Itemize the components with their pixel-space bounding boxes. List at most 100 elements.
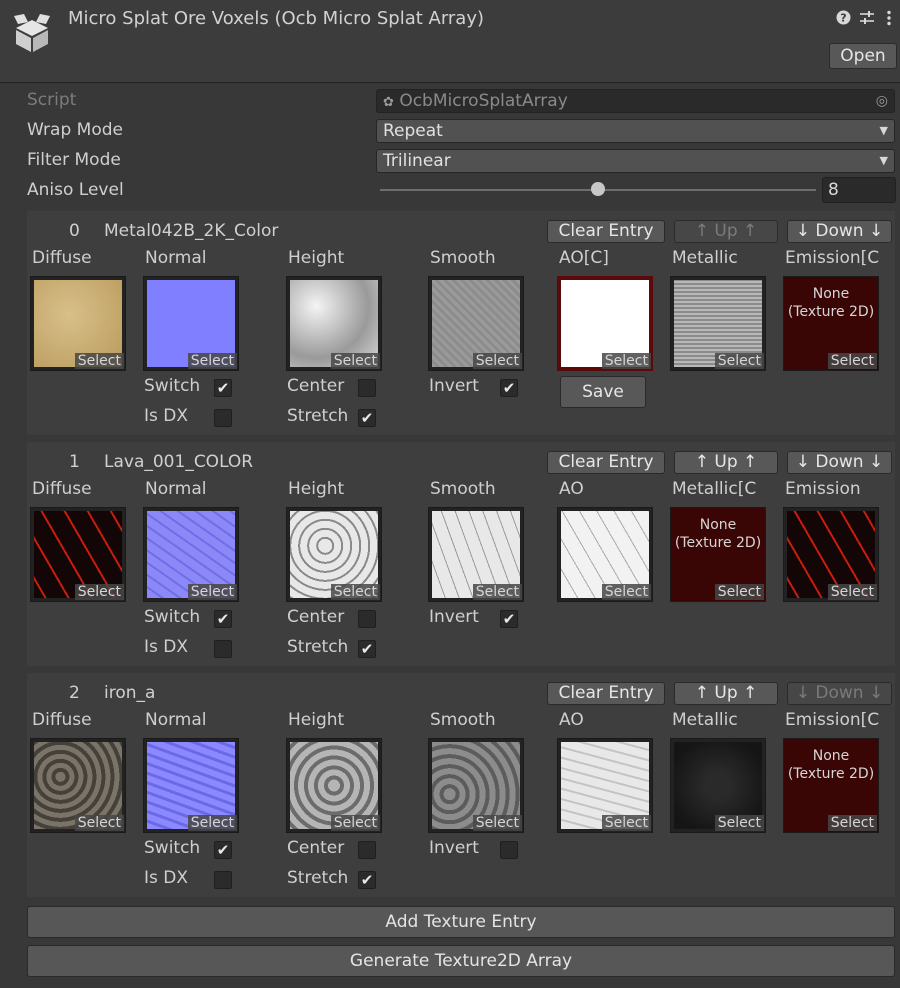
- wrap-mode-dropdown[interactable]: Repeat ▼: [376, 119, 895, 143]
- dropdown-arrow-icon: ▼: [879, 124, 888, 137]
- filter-mode-label: Filter Mode: [27, 150, 121, 170]
- checkbox-stretch[interactable]: ✔: [358, 640, 376, 658]
- slot-label-metallic: Metallic[C: [672, 479, 757, 499]
- is-dx-label: Is DX: [144, 868, 189, 888]
- texture-slot-normal[interactable]: Select: [143, 507, 239, 602]
- slot-label-height: Height: [288, 479, 345, 499]
- select-texture-button[interactable]: Select: [827, 353, 877, 369]
- center-label: Center: [287, 376, 345, 396]
- select-texture-button[interactable]: Select: [472, 815, 522, 831]
- move-up-button[interactable]: ↑ Up ↑: [674, 451, 778, 474]
- invert-label: Invert: [429, 376, 479, 396]
- entry-name: iron_a: [104, 683, 156, 703]
- slot-label-emission: Emission[C: [785, 248, 880, 268]
- aniso-slider-thumb[interactable]: [591, 182, 605, 196]
- texture-slot-height[interactable]: Select: [286, 738, 382, 833]
- texture-slot-smooth[interactable]: Select: [428, 276, 524, 371]
- entry-index: 1: [69, 452, 80, 472]
- object-picker-icon[interactable]: ◎: [876, 90, 888, 112]
- select-texture-button[interactable]: Select: [330, 353, 380, 369]
- checkbox-switch[interactable]: ✔: [214, 610, 232, 628]
- empty-texture-label: None (Texture 2D): [787, 286, 875, 320]
- checkbox-switch[interactable]: ✔: [214, 379, 232, 397]
- script-label: Script: [27, 90, 77, 110]
- select-texture-button[interactable]: Select: [74, 815, 124, 831]
- checkbox-stretch[interactable]: ✔: [358, 871, 376, 889]
- texture-slot-emission[interactable]: Select: [783, 507, 879, 602]
- checkbox-invert[interactable]: ✔: [500, 379, 518, 397]
- texture-slot-diffuse[interactable]: Select: [30, 276, 126, 371]
- checkbox-isdx[interactable]: [214, 409, 232, 427]
- aniso-level-input[interactable]: 8: [822, 177, 896, 203]
- slot-label-smooth: Smooth: [430, 248, 496, 268]
- entry-index: 0: [69, 221, 80, 241]
- texture-slot-ao[interactable]: Select: [557, 276, 653, 371]
- texture-slot-normal[interactable]: Select: [143, 738, 239, 833]
- entry-index: 2: [69, 683, 80, 703]
- texture-slot-ao[interactable]: Select: [557, 738, 653, 833]
- checkbox-switch[interactable]: ✔: [214, 841, 232, 859]
- save-button[interactable]: Save: [560, 376, 646, 408]
- help-icon[interactable]: ?: [836, 10, 851, 29]
- script-value: OcbMicroSplatArray: [399, 91, 568, 111]
- select-texture-button[interactable]: Select: [187, 584, 237, 600]
- filter-mode-dropdown[interactable]: Trilinear ▼: [376, 149, 895, 173]
- texture-slot-height[interactable]: Select: [286, 507, 382, 602]
- clear-entry-button[interactable]: Clear Entry: [547, 682, 665, 705]
- move-up-button[interactable]: ↑ Up ↑: [674, 682, 778, 705]
- slot-label-diffuse: Diffuse: [32, 479, 92, 499]
- select-texture-button[interactable]: Select: [714, 815, 764, 831]
- texture-slot-emission[interactable]: None (Texture 2D) Select: [783, 276, 879, 371]
- slot-label-emission: Emission: [785, 479, 861, 499]
- clear-entry-button[interactable]: Clear Entry: [547, 451, 665, 474]
- texture-slot-smooth[interactable]: Select: [428, 738, 524, 833]
- empty-texture-label: None (Texture 2D): [787, 748, 875, 782]
- texture-slot-ao[interactable]: Select: [557, 507, 653, 602]
- texture-slot-metallic[interactable]: None (Texture 2D) Select: [670, 507, 766, 602]
- checkbox-isdx[interactable]: [214, 871, 232, 889]
- script-field[interactable]: ✿ OcbMicroSplatArray ◎: [376, 89, 895, 113]
- select-texture-button[interactable]: Select: [827, 584, 877, 600]
- texture-slot-diffuse[interactable]: Select: [30, 507, 126, 602]
- checkbox-isdx[interactable]: [214, 640, 232, 658]
- select-texture-button[interactable]: Select: [472, 353, 522, 369]
- select-texture-button[interactable]: Select: [714, 353, 764, 369]
- select-texture-button[interactable]: Select: [472, 584, 522, 600]
- texture-slot-height[interactable]: Select: [286, 276, 382, 371]
- kebab-menu-icon[interactable]: [886, 10, 892, 30]
- select-texture-button[interactable]: Select: [330, 584, 380, 600]
- generate-texture-array-button[interactable]: Generate Texture2D Array: [27, 945, 895, 977]
- texture-slot-smooth[interactable]: Select: [428, 507, 524, 602]
- texture-slot-normal[interactable]: Select: [143, 276, 239, 371]
- checkbox-center[interactable]: [358, 841, 376, 859]
- select-texture-button[interactable]: Select: [187, 815, 237, 831]
- add-texture-entry-button[interactable]: Add Texture Entry: [27, 906, 895, 938]
- select-texture-button[interactable]: Select: [714, 584, 764, 600]
- sliders-icon[interactable]: [859, 10, 875, 29]
- move-down-button[interactable]: ↓ Down ↓: [787, 451, 892, 474]
- select-texture-button[interactable]: Select: [187, 353, 237, 369]
- select-texture-button[interactable]: Select: [601, 353, 651, 369]
- select-texture-button[interactable]: Select: [827, 815, 877, 831]
- checkbox-stretch[interactable]: ✔: [358, 409, 376, 427]
- checkbox-invert[interactable]: [500, 841, 518, 859]
- inspector-title: Micro Splat Ore Voxels (Ocb Micro Splat …: [68, 8, 485, 29]
- wrap-mode-value: Repeat: [383, 121, 443, 141]
- checkbox-invert[interactable]: ✔: [500, 610, 518, 628]
- clear-entry-button[interactable]: Clear Entry: [547, 220, 665, 243]
- select-texture-button[interactable]: Select: [601, 584, 651, 600]
- open-button[interactable]: Open: [829, 43, 897, 69]
- texture-slot-metallic[interactable]: Select: [670, 738, 766, 833]
- texture-slot-diffuse[interactable]: Select: [30, 738, 126, 833]
- select-texture-button[interactable]: Select: [601, 815, 651, 831]
- move-down-button[interactable]: ↓ Down ↓: [787, 220, 892, 243]
- slot-label-normal: Normal: [145, 710, 207, 730]
- checkbox-center[interactable]: [358, 379, 376, 397]
- select-texture-button[interactable]: Select: [330, 815, 380, 831]
- select-texture-button[interactable]: Select: [74, 584, 124, 600]
- select-texture-button[interactable]: Select: [74, 353, 124, 369]
- texture-slot-metallic[interactable]: Select: [670, 276, 766, 371]
- dropdown-arrow-icon: ▼: [879, 154, 888, 167]
- texture-slot-emission[interactable]: None (Texture 2D) Select: [783, 738, 879, 833]
- checkbox-center[interactable]: [358, 610, 376, 628]
